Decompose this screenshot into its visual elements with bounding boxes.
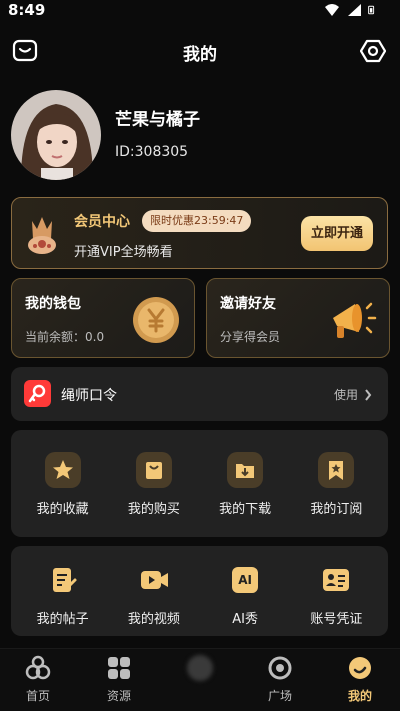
grid-icon [106, 655, 132, 681]
password-use-label: 使用 [333, 388, 358, 402]
grid-item-label: 我的视频 [127, 612, 180, 627]
vip-title: 会员中心 [74, 214, 130, 230]
tab-square[interactable]: 广场 [245, 655, 315, 704]
user-id: ID:308305 [115, 144, 189, 160]
key-icon [24, 380, 51, 407]
shopping-bag-icon [135, 452, 172, 488]
tab-label: 资源 [106, 689, 131, 703]
avatar-image [11, 90, 101, 180]
tab-label: 我的 [347, 689, 372, 703]
vip-subtitle: 开通VIP全场畅看 [74, 245, 173, 260]
status-bar: 8:49 [0, 0, 400, 22]
download-icon [227, 452, 264, 488]
settings-hexagon-icon[interactable] [360, 38, 386, 64]
grid-item-label: 我的帖子 [36, 612, 89, 627]
bookmark-icon [318, 452, 355, 488]
my-tools-panel: 我的帖子 我的视频 AI AI秀 账号凭证 [11, 546, 388, 636]
wallet-title: 我的钱包 [25, 296, 81, 312]
wifi-icon [325, 4, 339, 16]
grid-item-label: 我的下载 [219, 502, 272, 517]
grid-item-subscriptions[interactable]: 我的订阅 [291, 452, 381, 517]
grid-item-posts[interactable]: 我的帖子 [18, 562, 108, 627]
tab-center[interactable] [165, 655, 235, 687]
vip-countdown-badge: 限时优惠23:59:47 [142, 210, 252, 232]
star-icon [44, 452, 81, 488]
page-title: 我的 [183, 45, 217, 65]
password-command-label: 绳师口令 [61, 388, 117, 404]
vip-open-button[interactable]: 立即开通 [301, 216, 373, 251]
post-edit-icon [45, 562, 81, 598]
tab-mine[interactable]: 我的 [325, 655, 395, 704]
tab-label: 广场 [267, 689, 292, 703]
invite-card[interactable]: 邀请好友 分享得会员 [206, 278, 390, 358]
page-header: 我的 [0, 32, 400, 72]
tab-label: 首页 [25, 689, 50, 703]
grid-item-label: 我的收藏 [36, 502, 89, 517]
vip-center-card[interactable]: 会员中心 限时优惠23:59:47 开通VIP全场畅看 立即开通 [11, 197, 388, 269]
status-icons [324, 3, 378, 17]
chevron-right-icon [365, 388, 372, 401]
wallet-card[interactable]: 我的钱包 当前余额：0.0 [11, 278, 195, 358]
grid-item-purchases[interactable]: 我的购买 [109, 452, 199, 517]
home-icon [25, 655, 51, 681]
grid-item-label: 我的购买 [127, 502, 180, 517]
tab-resources[interactable]: 资源 [84, 655, 154, 704]
my-content-panel: 我的收藏 我的购买 我的下载 我的订阅 [11, 430, 388, 537]
grid-item-downloads[interactable]: 我的下载 [200, 452, 290, 517]
username: 芒果与橘子 [115, 110, 200, 130]
id-card-icon [318, 562, 354, 598]
coin-icon [133, 297, 179, 343]
grid-item-label: 我的订阅 [310, 502, 363, 517]
wallet-balance: 当前余额：0.0 [25, 330, 105, 344]
ai-glyph: AI [232, 567, 259, 593]
status-time: 8:49 [8, 1, 46, 19]
grid-item-videos[interactable]: 我的视频 [109, 562, 199, 627]
grid-item-account-credential[interactable]: 账号凭证 [291, 562, 381, 627]
blurred-icon [187, 655, 213, 681]
target-icon [267, 655, 293, 681]
grid-item-favorites[interactable]: 我的收藏 [18, 452, 108, 517]
password-use-action[interactable]: 使用 [334, 386, 372, 403]
grid-item-ai[interactable]: AI AI秀 [200, 562, 290, 627]
tab-home[interactable]: 首页 [3, 655, 73, 704]
password-command-row[interactable]: 绳师口令 使用 [11, 367, 388, 421]
megaphone-icon [333, 302, 377, 338]
profile-icon [347, 655, 373, 681]
ai-icon: AI [227, 562, 263, 598]
video-icon [136, 562, 172, 598]
invite-title: 邀请好友 [220, 296, 276, 312]
invite-subtitle: 分享得会员 [220, 330, 281, 344]
battery-icon [368, 5, 375, 15]
bottom-tab-bar: 首页 资源 广场 我的 [0, 648, 400, 711]
avatar[interactable] [11, 90, 101, 180]
crown-icon [28, 217, 56, 254]
signal-icon [348, 4, 361, 16]
grid-item-label: AI秀 [232, 612, 258, 627]
grid-item-label: 账号凭证 [310, 612, 363, 627]
